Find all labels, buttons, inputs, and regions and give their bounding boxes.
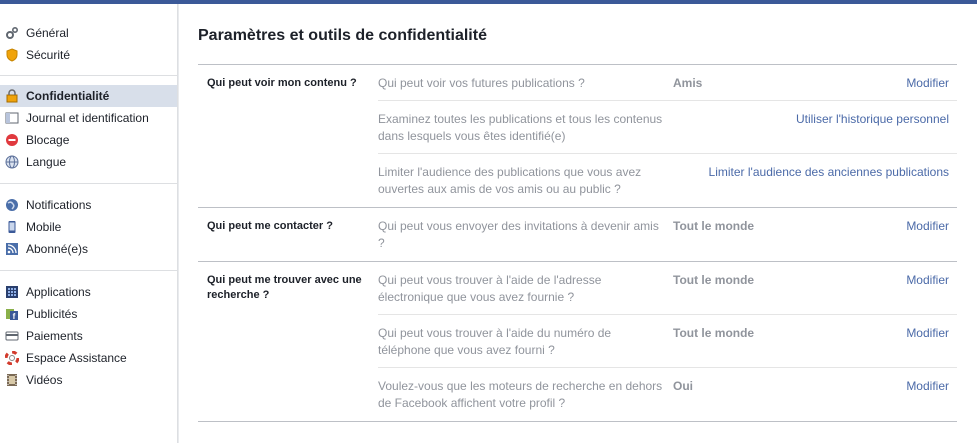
sidebar-item-label: Espace Assistance [26, 351, 127, 365]
edit-link[interactable]: Modifier [763, 218, 957, 261]
sidebar-item-label: Publicités [26, 307, 78, 321]
sidebar-item-videos[interactable]: Vidéos [0, 369, 177, 391]
section-who-can-contact: Qui peut me contacter ? Qui peut vous en… [198, 208, 957, 262]
sidebar-group-privacy: Confidentialité Journal et identificatio… [0, 85, 177, 173]
settings-row: Limiter l'audience des publications que … [378, 154, 957, 207]
lifebuoy-icon [4, 351, 19, 366]
sidebar-item-timeline[interactable]: Journal et identification [0, 107, 177, 129]
block-icon [4, 133, 19, 148]
sidebar-item-language[interactable]: Langue [0, 151, 177, 173]
row-question: Qui peut vous trouver à l'aide du numéro… [378, 326, 612, 357]
sidebar-item-label: Blocage [26, 133, 70, 147]
settings-sidebar: Général Sécurité Confidentialité Journal… [0, 4, 178, 443]
sidebar-group-account: Général Sécurité [0, 22, 177, 66]
row-question: Qui peut vous envoyer des invitations à … [378, 219, 659, 250]
sidebar-item-support[interactable]: Espace Assistance [0, 347, 177, 369]
sidebar-item-security[interactable]: Sécurité [0, 44, 177, 66]
sidebar-item-label: Confidentialité [26, 89, 110, 103]
settings-row: Voulez-vous que les moteurs de recherche… [378, 368, 957, 421]
sidebar-item-label: Notifications [26, 198, 92, 212]
edit-link[interactable]: Modifier [763, 378, 957, 421]
sidebar-item-privacy[interactable]: Confidentialité [0, 85, 177, 107]
row-value: Tout le monde [673, 273, 755, 287]
settings-row: Qui peut voir vos futures publications ?… [378, 65, 957, 101]
card-icon [4, 329, 19, 344]
sidebar-item-label: Journal et identification [26, 111, 149, 125]
sidebar-item-label: Applications [26, 285, 91, 299]
row-value: Oui [673, 379, 693, 393]
sidebar-item-general[interactable]: Général [0, 22, 177, 44]
gears-icon [4, 26, 19, 41]
apps-icon [4, 285, 19, 300]
sidebar-item-mobile[interactable]: Mobile [0, 216, 177, 238]
sidebar-item-apps[interactable]: Applications [0, 281, 177, 303]
sidebar-item-blocking[interactable]: Blocage [0, 129, 177, 151]
sidebar-item-payments[interactable]: Paiements [0, 325, 177, 347]
edit-link[interactable]: Modifier [763, 325, 957, 367]
edit-link[interactable]: Modifier [763, 272, 957, 314]
settings-row: Qui peut vous envoyer des invitations à … [378, 208, 957, 261]
section-label: Qui peut me contacter ? [207, 220, 333, 232]
section-who-can-see: Qui peut voir mon contenu ? Qui peut voi… [198, 65, 957, 208]
sidebar-item-label: Général [26, 26, 69, 40]
sidebar-item-label: Abonné(e)s [26, 242, 89, 256]
settings-row: Qui peut vous trouver à l'aide du numéro… [378, 315, 957, 368]
sidebar-item-ads[interactable]: f Publicités [0, 303, 177, 325]
film-icon [4, 373, 19, 388]
globe-icon [4, 155, 19, 170]
privacy-settings-table: Qui peut voir mon contenu ? Qui peut voi… [198, 64, 957, 422]
limit-past-posts-link[interactable]: Limiter l'audience des anciennes publica… [673, 164, 957, 207]
section-who-can-find: Qui peut me trouver avec une recherche ?… [198, 262, 957, 422]
row-value: Tout le monde [673, 326, 755, 340]
sidebar-item-notifications[interactable]: Notifications [0, 194, 177, 216]
sidebar-group-notifications: Notifications Mobile Abonné(e)s [0, 194, 177, 260]
lock-icon [4, 89, 19, 104]
settings-row: Qui peut vous trouver à l'aide de l'adre… [378, 262, 957, 315]
page-title: Paramètres et outils de confidentialité [198, 27, 487, 44]
row-question: Qui peut voir vos futures publications ? [378, 76, 585, 90]
globe-notif-icon [4, 198, 19, 213]
row-question: Voulez-vous que les moteurs de recherche… [378, 379, 663, 410]
sidebar-item-label: Langue [26, 155, 67, 169]
sidebar-item-label: Paiements [26, 329, 83, 343]
sidebar-item-label: Sécurité [26, 48, 71, 62]
rss-icon [4, 242, 19, 257]
row-question: Qui peut vous trouver à l'aide de l'adre… [378, 273, 602, 304]
section-label: Qui peut voir mon contenu ? [207, 77, 357, 89]
sidebar-item-followers[interactable]: Abonné(e)s [0, 238, 177, 260]
mobile-icon [4, 220, 19, 235]
shield-icon [4, 48, 19, 63]
svg-text:f: f [12, 312, 15, 321]
sidebar-group-apps: Applications f Publicités Paiements Espa… [0, 281, 177, 391]
row-value: Amis [673, 76, 703, 90]
settings-row: Examinez toutes les publications et tous… [378, 101, 957, 154]
sidebar-item-label: Vidéos [26, 373, 63, 387]
edit-link[interactable]: Modifier [763, 75, 957, 100]
timeline-icon [4, 111, 19, 126]
row-value: Tout le monde [673, 219, 755, 233]
row-question: Examinez toutes les publications et tous… [378, 112, 663, 143]
privacy-settings-panel: Paramètres et outils de confidentialité … [179, 4, 977, 443]
section-label: Qui peut me trouver avec une recherche ? [207, 274, 362, 301]
ads-icon: f [4, 307, 19, 322]
row-question: Limiter l'audience des publications que … [378, 165, 642, 196]
sidebar-item-label: Mobile [26, 220, 62, 234]
activity-log-link[interactable]: Utiliser l'historique personnel [673, 111, 957, 153]
